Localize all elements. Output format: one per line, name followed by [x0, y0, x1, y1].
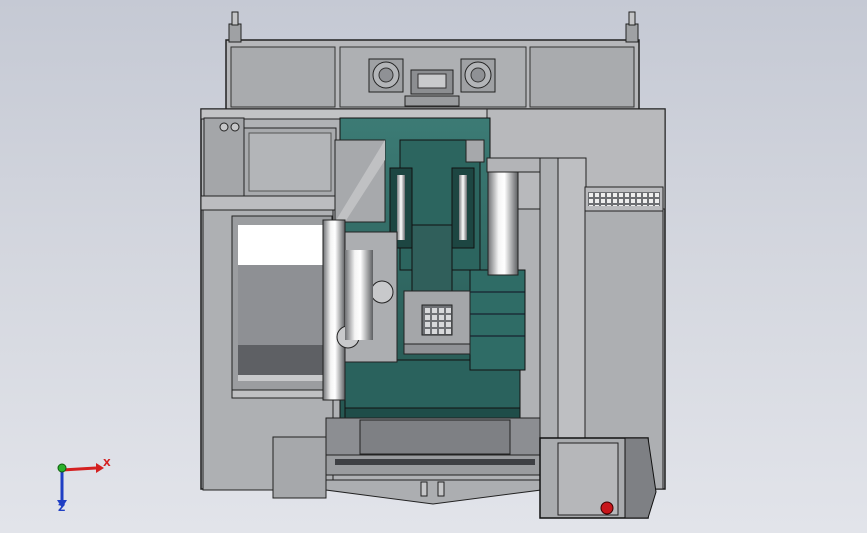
rotary-fixture	[403, 290, 471, 355]
lifting-eye-left	[228, 11, 242, 43]
y-axis-dot	[57, 463, 67, 473]
top-cabinet	[225, 39, 640, 113]
x-axis-label: X	[103, 458, 111, 469]
lifting-eye-right	[625, 11, 639, 43]
lower-left-cover	[272, 436, 327, 499]
axis-triad[interactable]	[57, 463, 104, 508]
emergency-stop-button[interactable]	[600, 501, 614, 515]
cad-viewport[interactable]: X Z	[0, 0, 867, 533]
machine-base	[325, 417, 542, 505]
x-axis-arrow	[61, 466, 97, 472]
z-axis-label: Z	[58, 503, 66, 514]
machine-model	[57, 11, 666, 519]
control-box	[539, 437, 657, 519]
